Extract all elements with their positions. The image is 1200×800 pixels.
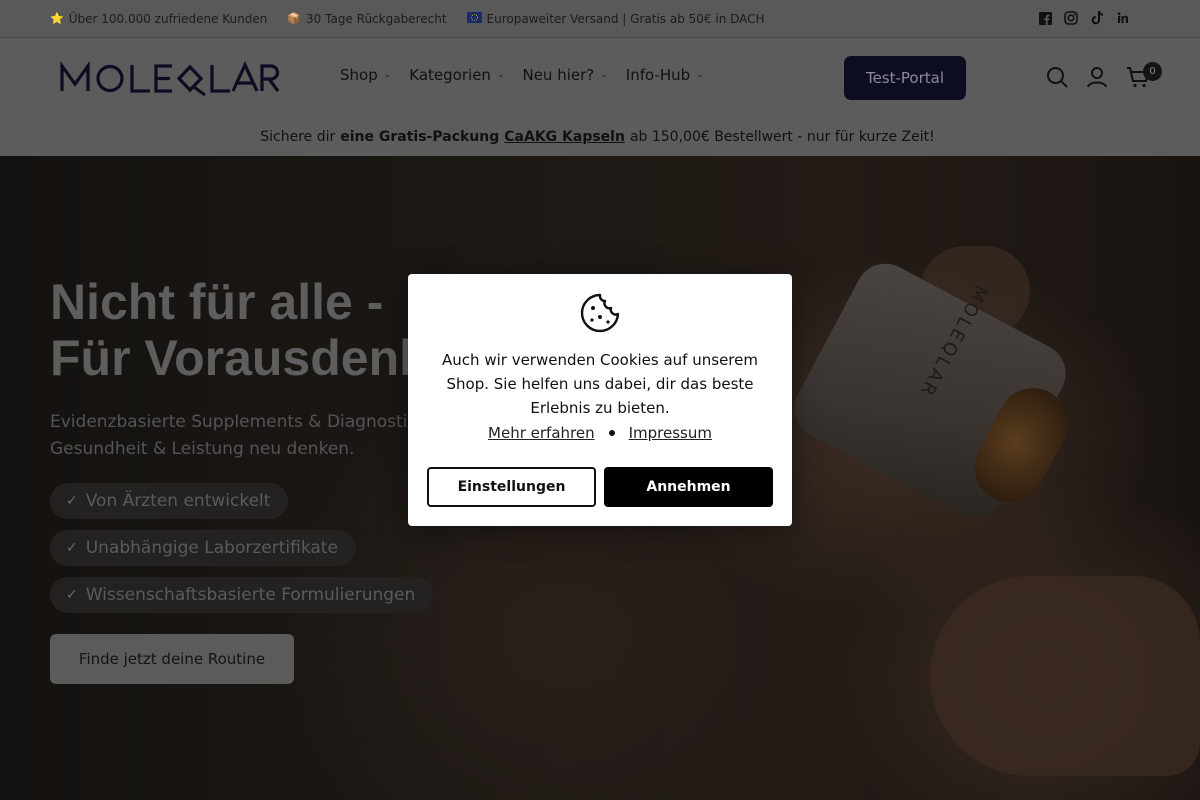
nav-neu-hier[interactable]: Neu hier? ⌄ [522, 66, 607, 84]
chevron-down-icon: ⌄ [383, 70, 392, 80]
usp-customers: ⭐ Über 100.000 zufriedene Kunden [50, 11, 268, 26]
hero-feature-list: ✓ Von Ärzten entwickelt ✓ Unabhängige Labo… [50, 483, 434, 624]
chevron-down-icon: ⌄ [600, 70, 608, 80]
check-icon: ✓ [66, 493, 78, 509]
more-info-link[interactable]: Mehr erfahren [488, 424, 595, 442]
facebook-icon[interactable] [1038, 11, 1052, 25]
usp-shipping: Europaweiter Versand | Gratis ab 50€ in … [466, 11, 765, 26]
bottle-opening [962, 375, 1081, 515]
cookie-accept-button[interactable]: Annehmen [604, 467, 773, 507]
social-links [1038, 11, 1130, 25]
feature-pill: ✓ Von Ärzten entwickelt [50, 483, 289, 519]
find-routine-button[interactable]: Finde jetzt deine Routine [50, 634, 294, 684]
moleqlar-logo [60, 61, 280, 96]
check-icon: ✓ [66, 587, 78, 603]
usp-returns: 📦 30 Tage Rückgaberecht [287, 11, 447, 26]
eu-flag-icon [466, 11, 482, 26]
hero-subtitle: Evidenzbasierte Supplements & Diagnostik… [50, 412, 418, 459]
chevron-down-icon: ⌄ [696, 70, 704, 80]
cookie-links: Mehr erfahren Impressum [408, 424, 792, 442]
logo[interactable] [60, 60, 280, 96]
nav-info-hub[interactable]: Info-Hub ⌄ [626, 66, 704, 84]
nav-kategorien[interactable]: Kategorien ⌄ [409, 66, 504, 84]
cookie-consent-modal: Auch wir verwenden Cookies auf unserem S… [408, 274, 792, 526]
package-icon: 📦 [287, 12, 302, 25]
chevron-down-icon: ⌄ [496, 70, 505, 80]
site-header: Shop ⌄ Kategorien ⌄ Neu hier? ⌄ Info-Hub ⌄ T… [0, 38, 1200, 118]
main-nav: Shop ⌄ Kategorien ⌄ Neu hier? ⌄ Info-Hub ⌄ [340, 66, 704, 84]
search-icon[interactable] [1046, 66, 1068, 88]
check-icon: ✓ [66, 540, 78, 556]
account-icon[interactable] [1086, 66, 1108, 88]
announcement-bar: ⭐ Über 100.000 zufriedene Kunden 📦 30 Tage… [0, 0, 1200, 38]
separator-dot [608, 430, 615, 436]
cart-count-badge: 0 [1143, 62, 1162, 81]
nav-shop[interactable]: Shop ⌄ [340, 66, 391, 84]
hero-bottle-image: MOLEQLAR [783, 253, 1081, 529]
star-icon: ⭐ [50, 12, 64, 25]
feature-pill: ✓ Wissenschaftsbasierte Formulierungen [50, 577, 434, 613]
header-icons [1046, 66, 1150, 88]
hero-hand-palm [930, 576, 1200, 776]
imprint-link[interactable]: Impressum [629, 424, 712, 442]
test-portal-button[interactable]: Test-Portal [844, 56, 966, 100]
cookie-settings-button[interactable]: Einstellungen [427, 467, 596, 507]
cookie-text: Auch wir verwenden Cookies auf unserem S… [442, 351, 758, 417]
cookie-icon [580, 293, 620, 333]
promo-bar: Sichere dir eine Gratis-Packung CaAKG Ka… [0, 118, 1200, 156]
tiktok-icon[interactable] [1090, 11, 1104, 25]
feature-pill: ✓ Unabhängige Laborzertifikate [50, 530, 356, 566]
instagram-icon[interactable] [1064, 11, 1078, 25]
promo-product-link[interactable]: CaAKG Kapseln [504, 129, 625, 145]
linkedin-icon[interactable] [1116, 11, 1130, 25]
